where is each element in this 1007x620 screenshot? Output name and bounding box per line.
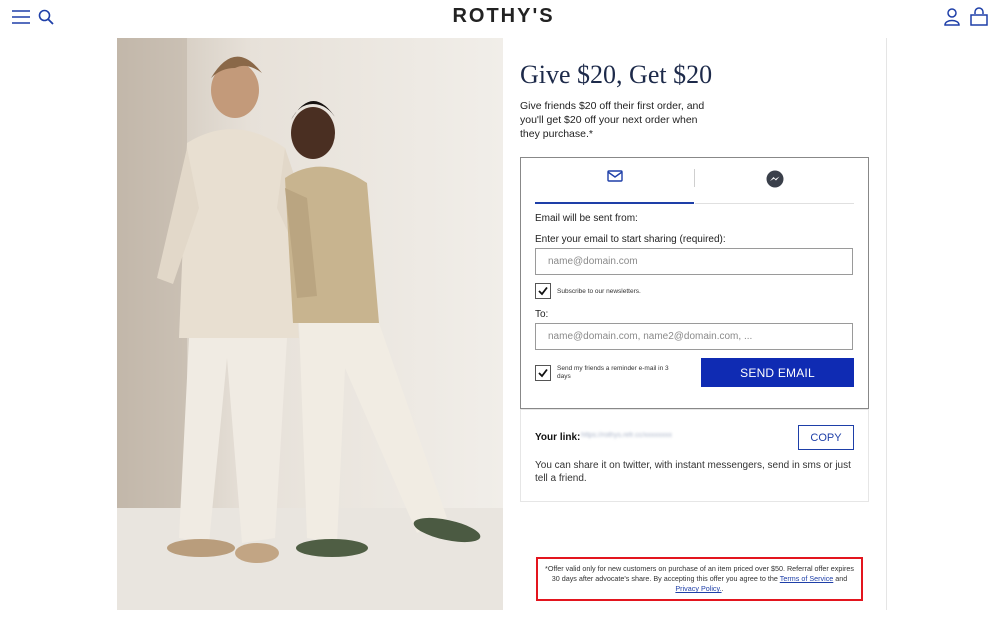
referral-subtext: Give friends $20 off their first order, … (520, 100, 705, 140)
referral-panel: Give $20, Get $20 Give friends $20 off t… (503, 38, 887, 610)
mail-icon (606, 170, 623, 182)
hero-photo (117, 38, 503, 610)
disclaimer-end: . (721, 584, 724, 593)
disclaimer-and: and (835, 574, 848, 583)
reminder-checkbox[interactable] (535, 365, 551, 381)
tab-messenger[interactable] (695, 158, 854, 204)
recipients-input[interactable] (535, 323, 853, 350)
brand-logo[interactable]: ROTHY'S (0, 5, 1007, 28)
your-link-label: Your link: (535, 432, 581, 443)
checkmark-icon (538, 286, 548, 296)
account-icon[interactable] (944, 8, 960, 26)
reminder-label: Send my friends a reminder e-mail in 3 d… (557, 365, 669, 380)
your-email-input[interactable] (535, 248, 853, 275)
subscribe-checkbox[interactable] (535, 283, 551, 299)
email-sent-from-label: Email will be sent from: (535, 213, 638, 224)
share-hint-text: You can share it on twitter, with instan… (535, 460, 851, 484)
offer-disclaimer: *Offer valid only for new customers on p… (536, 557, 863, 601)
share-form-card: Email will be sent from: Enter your emai… (520, 157, 869, 409)
privacy-policy-link[interactable]: Privacy Policy. (675, 584, 721, 593)
cart-icon[interactable] (970, 7, 988, 26)
messenger-icon (766, 170, 783, 188)
referral-headline: Give $20, Get $20 (520, 60, 713, 89)
top-navigation-bar: ROTHY'S (0, 0, 1007, 36)
send-email-button[interactable]: SEND EMAIL (701, 358, 854, 387)
share-link-card: Your link: https://rothys.refr.cc/xxxxxx… (520, 409, 869, 502)
your-email-label: Enter your email to start sharing (requi… (535, 234, 726, 245)
to-label: To: (535, 309, 549, 320)
checkmark-icon (538, 368, 548, 378)
tab-email[interactable] (535, 158, 694, 204)
subscribe-label: Subscribe to our newsletters. (557, 288, 641, 295)
referral-link-value[interactable]: https://rothys.refr.cc/xxxxxxxx (581, 432, 672, 439)
copy-link-button[interactable]: COPY (798, 425, 854, 450)
terms-of-service-link[interactable]: Terms of Service (780, 574, 834, 583)
